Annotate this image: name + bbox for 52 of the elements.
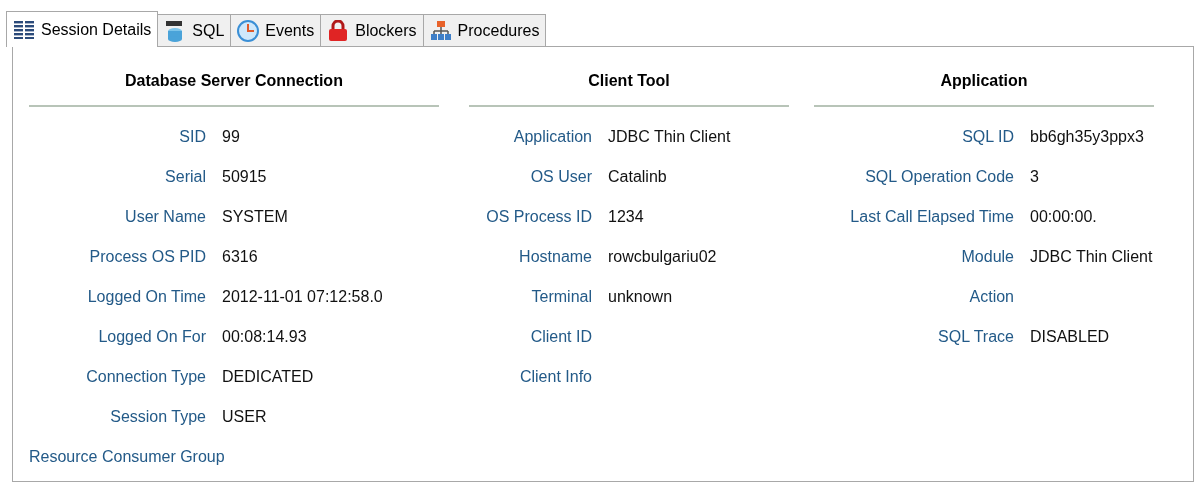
field-value: 00:08:14.93: [222, 328, 307, 346]
field-label: OS Process ID: [485, 208, 592, 226]
field-label: Serial: [164, 168, 206, 186]
list-icon: [13, 20, 35, 39]
field-value: 3: [1030, 168, 1039, 186]
field-label: Client ID: [529, 328, 592, 346]
field-value: 00:00:00.: [1030, 208, 1097, 226]
field-value: 50915: [222, 168, 267, 186]
tab[interactable]: Events: [230, 14, 322, 46]
field-label: Action: [968, 288, 1014, 306]
tab[interactable]: SQL: [157, 14, 232, 46]
tab[interactable]: Procedures: [422, 14, 547, 46]
lock-icon: [327, 19, 350, 42]
field-label: OS User: [529, 168, 592, 186]
field-label: Process OS PID: [88, 248, 206, 266]
field-label: Connection Type: [85, 368, 206, 386]
field-label: Session Type: [109, 408, 206, 426]
field-value: SYSTEM: [222, 208, 288, 226]
section-heading: Database Server Connection: [29, 61, 439, 107]
field-label: SID: [178, 128, 206, 146]
field-value: Catalinb: [608, 168, 667, 186]
field-label: Client Info: [518, 368, 592, 386]
field-value: 1234: [608, 208, 644, 226]
field-value: DEDICATED: [222, 368, 314, 386]
tab[interactable]: Session Details: [6, 11, 159, 47]
field-value: JDBC Thin Client: [608, 128, 731, 146]
field-label: Resource Consumer Group: [29, 448, 225, 466]
field-label: Module: [960, 248, 1014, 266]
field-label: SQL Operation Code: [864, 168, 1014, 186]
field-label: SQL Trace: [937, 328, 1014, 346]
field-value: 2012-11-01 07:12:58.0: [222, 288, 383, 306]
field-label: SQL ID: [961, 128, 1014, 146]
clock-icon: [237, 19, 260, 42]
section-heading: Client Tool: [469, 61, 789, 107]
field-label: Last Call Elapsed Time: [849, 208, 1014, 226]
field-value: DISABLED: [1030, 328, 1110, 346]
field-value: USER: [222, 408, 267, 426]
field-value: bb6gh35y3ppx3: [1030, 128, 1144, 146]
field-value: JDBC Thin Client: [1030, 248, 1153, 266]
hierarchy-icon: [429, 19, 452, 42]
field-value: 6316: [222, 248, 258, 266]
field-label: Hostname: [518, 248, 592, 266]
field-value: rowcbulgariu02: [608, 248, 717, 266]
field-label: User Name: [124, 208, 206, 226]
tab[interactable]: Blockers: [320, 14, 424, 46]
field-label: Logged On Time: [86, 288, 206, 306]
field-label: Application: [512, 128, 592, 146]
field-value: 99: [222, 128, 240, 146]
field-value: unknown: [608, 288, 673, 306]
field-label: Logged On For: [97, 328, 206, 346]
field-label: Terminal: [530, 288, 592, 306]
section-heading: Application: [814, 61, 1154, 107]
